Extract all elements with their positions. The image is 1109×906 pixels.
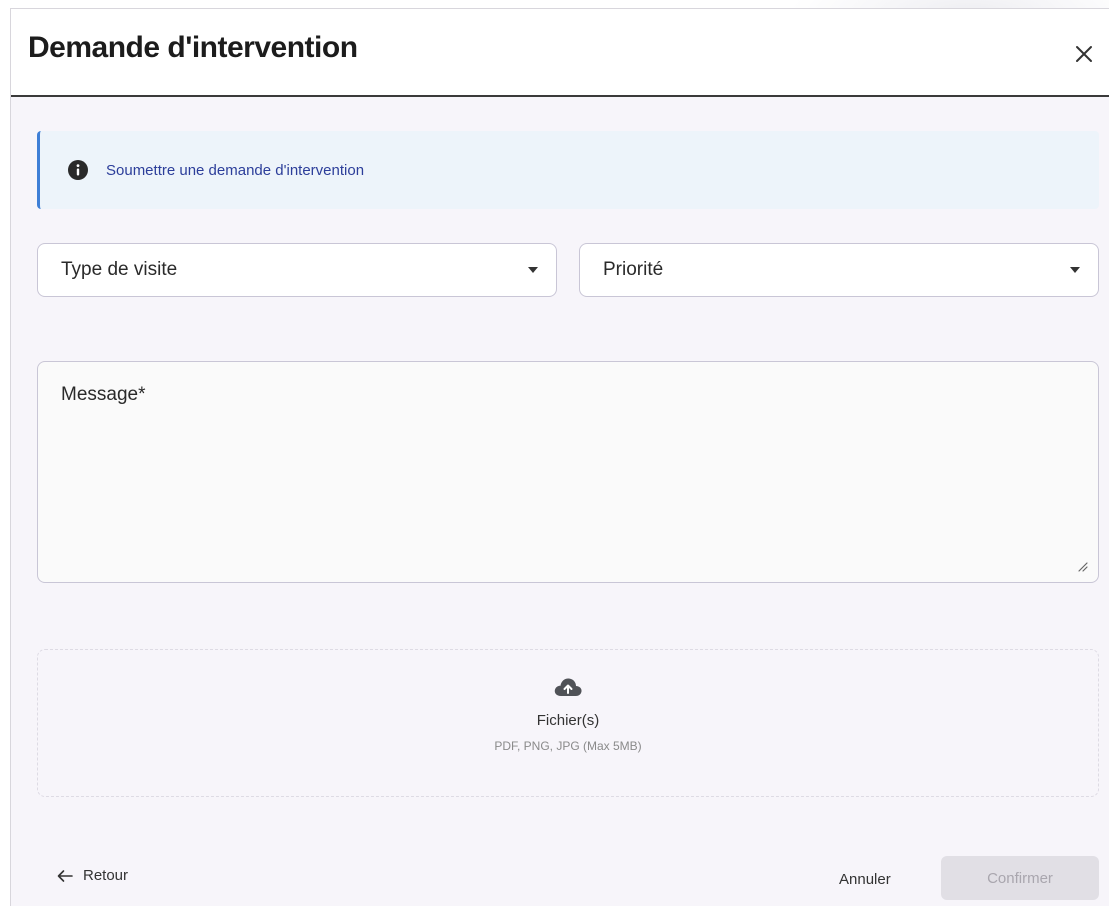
- arrow-left-icon: [57, 869, 73, 882]
- back-button[interactable]: Retour: [57, 867, 128, 884]
- caret-down-icon: [528, 267, 538, 273]
- close-icon: [1076, 46, 1092, 62]
- message-textarea[interactable]: Message*: [37, 361, 1099, 583]
- cloud-upload-icon: [554, 678, 582, 696]
- dialog-header: Demande d'intervention: [11, 9, 1109, 97]
- info-banner: Soumettre une demande d'intervention: [37, 131, 1099, 209]
- priority-label: Priorité: [603, 259, 664, 280]
- cancel-button[interactable]: Annuler: [829, 859, 901, 899]
- confirm-button[interactable]: Confirmer: [941, 856, 1099, 900]
- intervention-dialog: Demande d'intervention Soumettre une dem…: [10, 8, 1109, 906]
- resize-handle-icon[interactable]: [1076, 560, 1088, 572]
- dropzone-label: Fichier(s): [536, 712, 600, 729]
- close-button[interactable]: [1069, 39, 1099, 69]
- dialog-title: Demande d'intervention: [28, 31, 358, 64]
- caret-down-icon: [1070, 267, 1080, 273]
- info-banner-text: Soumettre une demande d'intervention: [106, 161, 365, 179]
- priority-select[interactable]: Priorité: [579, 243, 1099, 297]
- dropzone-hint: PDF, PNG, JPG (Max 5MB): [494, 739, 642, 753]
- file-dropzone[interactable]: Fichier(s) PDF, PNG, JPG (Max 5MB): [37, 649, 1099, 797]
- message-label: Message*: [61, 384, 146, 405]
- info-icon: [68, 160, 88, 180]
- visit-type-label: Type de visite: [61, 259, 178, 280]
- back-label: Retour: [83, 867, 129, 884]
- visit-type-select[interactable]: Type de visite: [37, 243, 557, 297]
